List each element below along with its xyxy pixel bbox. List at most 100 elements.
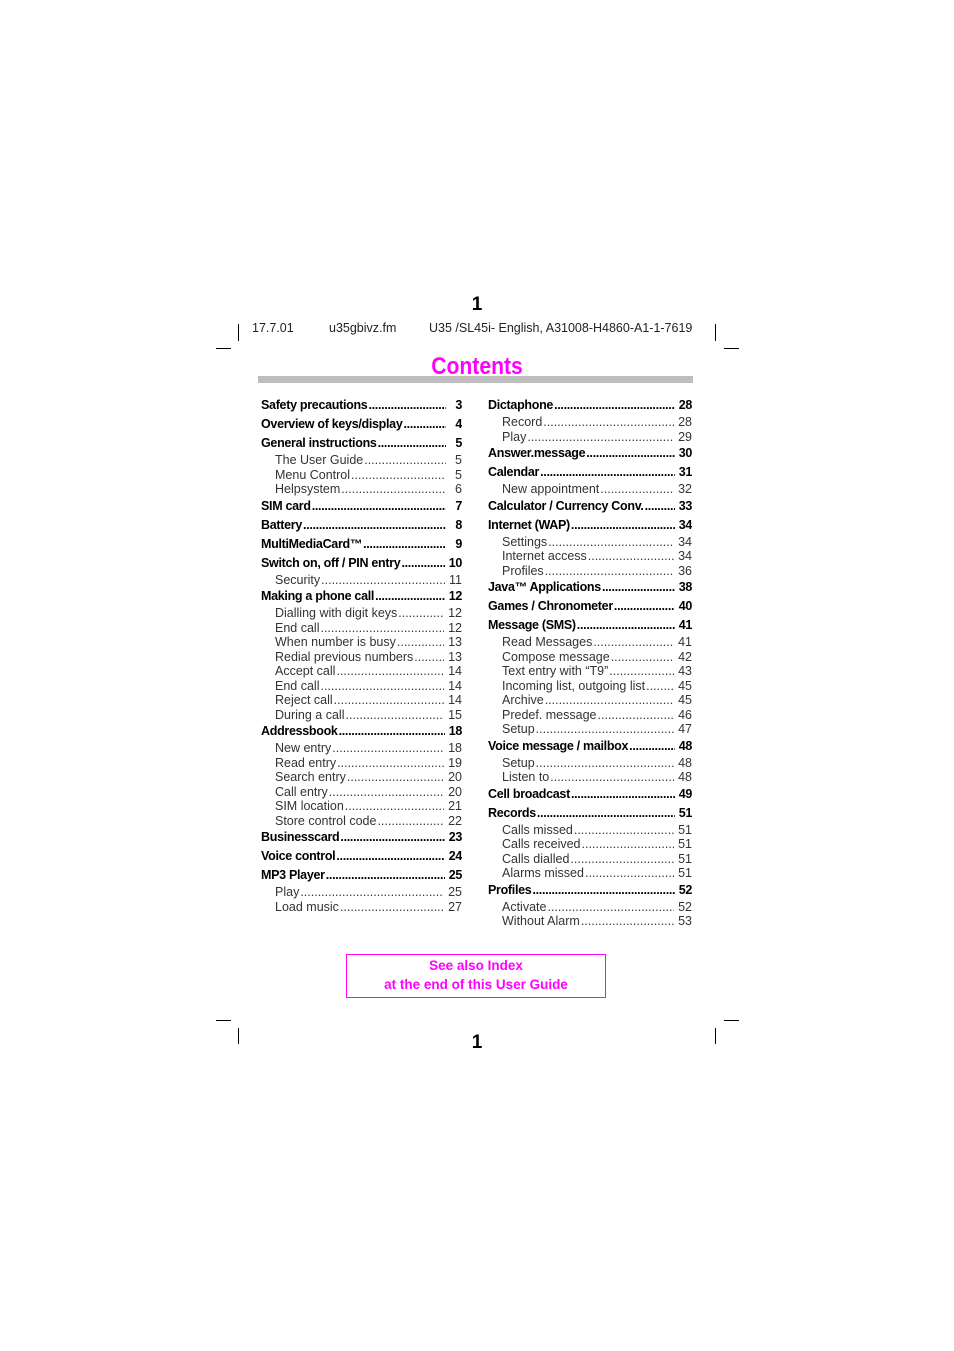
toc-subentry[interactable]: New appointment 32 xyxy=(488,482,692,497)
toc-subentry[interactable]: Search entry 20 xyxy=(261,770,462,785)
see-also-index-note: See also Index at the end of this User G… xyxy=(346,954,606,998)
toc-subentry[interactable]: Store control code 22 xyxy=(261,814,462,829)
toc-entry-page-number: 25 xyxy=(448,868,462,882)
toc-entry-page-number: 18 xyxy=(448,724,462,738)
toc-subentry[interactable]: When number is busy 13 xyxy=(261,635,462,650)
toc-entry[interactable]: Safety precautions 3 xyxy=(261,396,462,415)
toc-subentry[interactable]: Call entry 20 xyxy=(261,785,462,800)
toc-subentry[interactable]: Record 28 xyxy=(488,415,692,430)
toc-subentry[interactable]: Setup 47 xyxy=(488,722,692,737)
toc-subentry[interactable]: Archive 45 xyxy=(488,693,692,708)
toc-leader-dots xyxy=(340,828,444,847)
toc-subentry[interactable]: Settings 34 xyxy=(488,535,692,550)
toc-subentry[interactable]: Calls received 51 xyxy=(488,837,692,852)
toc-leader-dots xyxy=(571,785,675,804)
toc-subentry[interactable]: During a call 15 xyxy=(261,708,462,723)
toc-subentry[interactable]: Helpsystem 6 xyxy=(261,482,462,497)
toc-leader-dots xyxy=(337,756,444,771)
toc-subentry[interactable]: End call 12 xyxy=(261,621,462,636)
toc-subentry[interactable]: Internet access 34 xyxy=(488,549,692,564)
toc-entry[interactable]: Message (SMS) 41 xyxy=(488,616,692,635)
toc-subentry[interactable]: Profiles 36 xyxy=(488,564,692,579)
toc-entry-label: Alarms missed xyxy=(502,866,584,880)
toc-subentry[interactable]: Listen to 48 xyxy=(488,770,692,785)
toc-subentry[interactable]: Dialling with digit keys 12 xyxy=(261,606,462,621)
toc-leader-dots xyxy=(341,482,446,497)
toc-subentry[interactable]: Predef. message 46 xyxy=(488,708,692,723)
toc-left-column: Safety precautions 3 Overview of keys/disp… xyxy=(261,396,462,914)
toc-leader-dots xyxy=(527,430,674,445)
toc-subentry[interactable]: Alarms missed 51 xyxy=(488,866,692,881)
toc-entry[interactable]: Businesscard 23 xyxy=(261,828,462,847)
toc-entry-page-number: 8 xyxy=(455,517,462,532)
toc-subentry[interactable]: Security 11 xyxy=(261,573,462,588)
toc-subentry[interactable]: Reject call 14 xyxy=(261,693,462,708)
toc-subentry[interactable]: New entry 18 xyxy=(261,741,462,756)
toc-subentry[interactable]: Activate 52 xyxy=(488,900,692,915)
toc-subentry[interactable]: Calls missed 51 xyxy=(488,823,692,838)
toc-leader-dots xyxy=(545,564,674,579)
toc-entry[interactable]: Answer.message 30 xyxy=(488,444,692,463)
toc-entry[interactable]: General instructions 5 xyxy=(261,434,462,453)
toc-entry[interactable]: Battery 8 xyxy=(261,516,462,535)
toc-entry[interactable]: Calendar 31 xyxy=(488,463,692,482)
toc-entry-label: Internet (WAP) xyxy=(488,517,570,532)
toc-entry-label: Setup xyxy=(502,755,535,770)
toc-entry[interactable]: Making a phone call 12 xyxy=(261,587,462,606)
toc-entry[interactable]: Voice control 24 xyxy=(261,847,462,866)
toc-subentry[interactable]: Load music 27 xyxy=(261,900,462,915)
toc-subentry[interactable]: Calls dialled 51 xyxy=(488,852,692,867)
toc-entry-label: Store control code xyxy=(275,813,377,828)
toc-subentry[interactable]: Redial previous numbers 13 xyxy=(261,650,462,665)
toc-entry-label: Records xyxy=(488,805,536,820)
toc-entry[interactable]: Addressbook 18 xyxy=(261,722,462,741)
toc-subentry[interactable]: End call 14 xyxy=(261,679,462,694)
toc-subentry[interactable]: Incoming list, outgoing list 45 xyxy=(488,679,692,694)
toc-leader-dots xyxy=(611,650,674,665)
toc-entry[interactable]: Java™ Applications 38 xyxy=(488,578,692,597)
toc-entry[interactable]: MultiMediaCard™ 9 xyxy=(261,535,462,554)
toc-subentry[interactable]: Setup 48 xyxy=(488,756,692,771)
toc-subentry[interactable]: Play 29 xyxy=(488,430,692,445)
toc-entry-label: Setup xyxy=(502,722,535,736)
toc-leader-dots xyxy=(571,516,675,535)
toc-subentry[interactable]: SIM location 21 xyxy=(261,799,462,814)
toc-entry[interactable]: Games / Chronometer 40 xyxy=(488,597,692,616)
toc-entry-page-number: 31 xyxy=(678,465,692,479)
toc-subentry[interactable]: Compose message 42 xyxy=(488,650,692,665)
toc-entry[interactable]: Calculator / Currency Conv. 33 xyxy=(488,497,692,516)
toc-entry[interactable]: Overview of keys/display 4 xyxy=(261,415,462,434)
toc-entry-page-number: 6 xyxy=(455,482,462,496)
toc-entry-label: New appointment xyxy=(502,482,600,496)
toc-subentry[interactable]: The User Guide 5 xyxy=(261,453,462,468)
toc-entry[interactable]: Dictaphone 28 xyxy=(488,396,692,415)
toc-entry-page-number: 5 xyxy=(455,453,462,467)
toc-leader-dots xyxy=(646,679,674,694)
toc-subentry[interactable]: Without Alarm 53 xyxy=(488,914,692,929)
toc-subentry[interactable]: Accept call 14 xyxy=(261,664,462,679)
toc-entry-label: Call entry xyxy=(275,784,328,799)
toc-entry-page-number: 51 xyxy=(678,866,692,880)
toc-entry-label: Calculator / Currency Conv. xyxy=(488,498,644,513)
toc-subentry[interactable]: Read Messages 41 xyxy=(488,635,692,650)
toc-entry-page-number: 28 xyxy=(678,415,692,429)
toc-entry-page-number: 29 xyxy=(678,429,692,444)
toc-subentry[interactable]: Read entry 19 xyxy=(261,756,462,771)
toc-entry[interactable]: Internet (WAP) 34 xyxy=(488,516,692,535)
toc-entry[interactable]: Records 51 xyxy=(488,804,692,823)
toc-entry-page-number: 46 xyxy=(678,707,692,722)
toc-entry[interactable]: SIM card 7 xyxy=(261,497,462,516)
toc-leader-dots xyxy=(401,554,444,573)
toc-entry[interactable]: Profiles 52 xyxy=(488,881,692,900)
toc-entry-label: Menu Control xyxy=(275,467,351,482)
toc-entry[interactable]: Switch on, off / PIN entry 10 xyxy=(261,554,462,573)
toc-entry[interactable]: Voice message / mailbox 48 xyxy=(488,737,692,756)
page-title: Contents xyxy=(431,353,523,380)
toc-subentry[interactable]: Text entry with “T9” 43 xyxy=(488,664,692,679)
toc-entry[interactable]: MP3 Player 25 xyxy=(261,866,462,885)
toc-entry[interactable]: Cell broadcast 49 xyxy=(488,785,692,804)
toc-entry-label: Dictaphone xyxy=(488,398,554,412)
toc-entry-label: Message (SMS) xyxy=(488,618,576,632)
toc-subentry[interactable]: Play 25 xyxy=(261,885,462,900)
toc-subentry[interactable]: Menu Control 5 xyxy=(261,468,462,483)
